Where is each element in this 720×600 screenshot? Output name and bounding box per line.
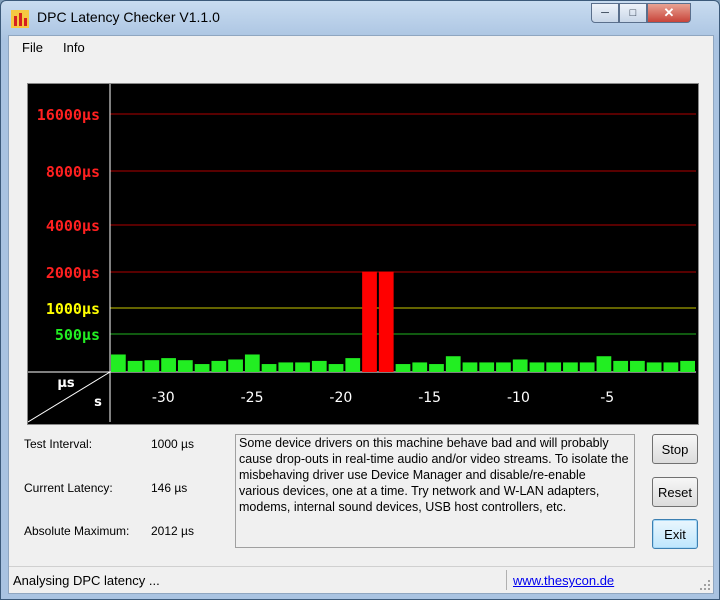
- x-unit-label: s: [94, 395, 102, 410]
- test-interval-label: Test Interval:: [24, 437, 93, 451]
- latency-bar: [345, 358, 361, 372]
- y-tick-label: 1000µs: [46, 300, 100, 318]
- y-tick-label: 2000µs: [46, 264, 100, 282]
- latency-bar: [111, 354, 126, 372]
- latency-chart-svg: 16000µs 8000µs 4000µs 2000µs 1000µs 500µs µs s -…: [28, 84, 696, 423]
- latency-bar: [613, 360, 629, 372]
- latency-chart: 16000µs 8000µs 4000µs 2000µs 1000µs 500µs µs s -…: [27, 83, 699, 425]
- menu-bar: File Info: [9, 36, 713, 60]
- current-latency-value: 146 µs: [151, 481, 188, 495]
- latency-bar: [579, 362, 595, 372]
- latency-bar: [311, 360, 327, 372]
- latency-bar: [496, 362, 511, 372]
- stop-button[interactable]: Stop: [652, 434, 698, 464]
- latency-bar: [546, 362, 562, 372]
- menu-info[interactable]: Info: [63, 40, 85, 55]
- menu-file[interactable]: File: [22, 40, 43, 55]
- latency-bar: [462, 362, 478, 372]
- latency-bar: [295, 362, 310, 372]
- status-separator: [506, 570, 507, 590]
- x-tick-label: -10: [507, 390, 530, 406]
- maximize-button[interactable]: □: [619, 3, 647, 23]
- latency-bar: [362, 271, 377, 372]
- latency-bar: [445, 356, 461, 372]
- latency-bar: [479, 362, 495, 372]
- y-unit-label: µs: [57, 376, 75, 391]
- current-latency-label: Current Latency:: [24, 481, 113, 495]
- latency-bar: [429, 364, 444, 372]
- website-link[interactable]: www.thesycon.de: [513, 573, 614, 588]
- latency-bar: [127, 360, 143, 372]
- x-tick-label: -20: [329, 390, 352, 406]
- latency-bar: [596, 356, 612, 372]
- latency-bar: [412, 362, 428, 372]
- minimize-icon: ─: [601, 7, 609, 19]
- latency-bar: [161, 358, 176, 372]
- app-icon: [11, 10, 29, 28]
- latency-bar: [211, 360, 227, 372]
- minimize-button[interactable]: ─: [591, 3, 619, 23]
- latency-bar: [680, 360, 695, 372]
- reset-button[interactable]: Reset: [652, 477, 698, 507]
- window-title: DPC Latency Checker V1.1.0: [37, 9, 220, 25]
- latency-bar: [194, 364, 210, 372]
- latency-bar: [663, 362, 679, 372]
- x-tick-label: -25: [241, 390, 264, 406]
- resize-grip-icon[interactable]: [697, 577, 711, 591]
- latency-bar: [529, 362, 545, 372]
- latency-bar: [512, 359, 528, 372]
- y-tick-label: 8000µs: [46, 163, 100, 181]
- latency-bar: [261, 364, 277, 372]
- latency-bar: [378, 271, 394, 372]
- x-tick-label: -30: [152, 390, 175, 406]
- exit-button[interactable]: Exit: [652, 519, 698, 549]
- latency-bar: [630, 360, 645, 372]
- close-button[interactable]: ✕: [647, 3, 691, 23]
- x-tick-label: -15: [418, 390, 441, 406]
- test-interval-value: 1000 µs: [151, 437, 194, 451]
- app-window: DPC Latency Checker V1.1.0 ─ □ ✕ File In…: [0, 0, 720, 600]
- client-area: File Info 16000µs 8000µs 4000µs 2000µs 1000µ…: [8, 35, 714, 594]
- absolute-max-label: Absolute Maximum:: [24, 524, 130, 538]
- latency-bar: [278, 362, 294, 372]
- y-tick-label: 500µs: [55, 326, 100, 344]
- status-text: Analysing DPC latency ...: [13, 573, 160, 588]
- close-icon: ✕: [663, 5, 675, 20]
- latency-bar: [563, 362, 578, 372]
- latency-bar: [144, 360, 160, 372]
- status-bar: Analysing DPC latency ... www.thesycon.d…: [9, 566, 713, 593]
- message-text: Some device drivers on this machine beha…: [239, 436, 629, 514]
- latency-bar: [244, 354, 260, 372]
- y-tick-label: 16000µs: [37, 106, 100, 124]
- latency-bar: [328, 364, 344, 372]
- latency-bar: [228, 359, 243, 372]
- message-box[interactable]: Some device drivers on this machine beha…: [235, 434, 635, 548]
- y-tick-label: 4000µs: [46, 217, 100, 235]
- latency-bar: [395, 364, 411, 372]
- x-tick-label: -5: [600, 390, 614, 406]
- absolute-max-value: 2012 µs: [151, 524, 194, 538]
- title-bar[interactable]: DPC Latency Checker V1.1.0 ─ □ ✕: [1, 1, 719, 35]
- latency-bar: [646, 362, 662, 372]
- maximize-icon: □: [629, 7, 637, 19]
- latency-bar: [177, 360, 193, 372]
